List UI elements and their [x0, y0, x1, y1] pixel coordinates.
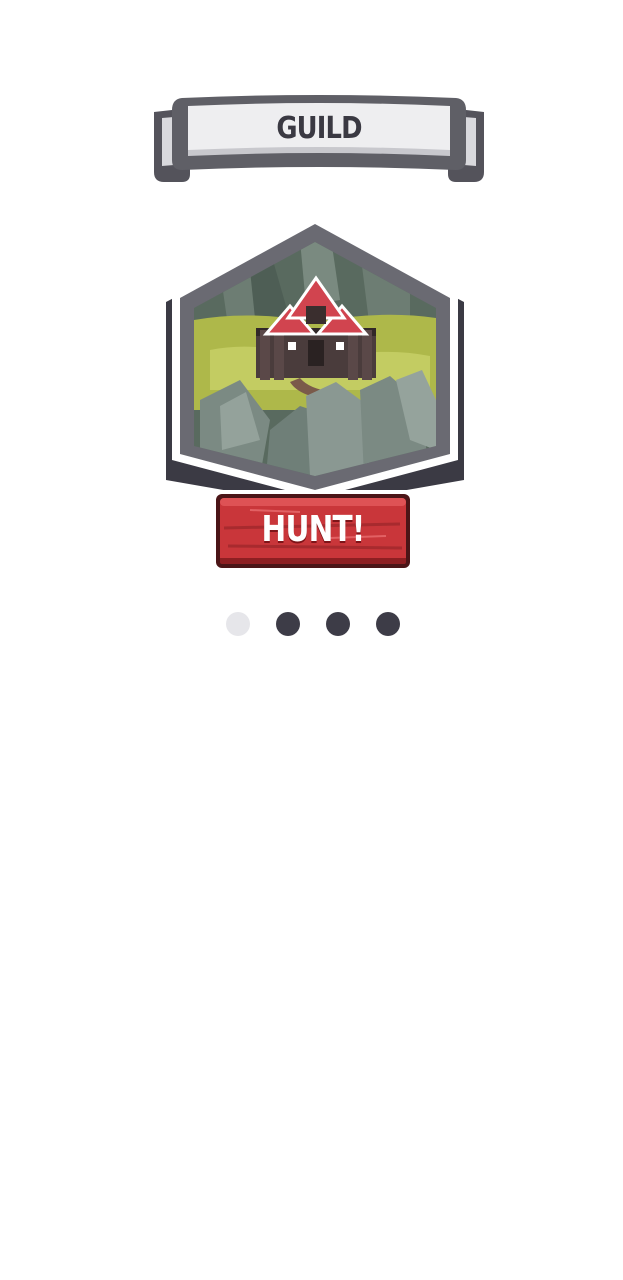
- page-dot-4[interactable]: [376, 612, 400, 636]
- page-indicator: [226, 612, 406, 636]
- page-dot-3[interactable]: [326, 612, 350, 636]
- location-card[interactable]: [160, 210, 470, 510]
- guild-hall-icon: [166, 216, 464, 506]
- hunt-button[interactable]: HUNT!: [210, 488, 416, 574]
- hunt-button-label: HUNT!: [261, 509, 366, 550]
- page-dot-2[interactable]: [276, 612, 300, 636]
- page-dot-1[interactable]: [226, 612, 250, 636]
- title-banner: GUILD: [150, 94, 488, 186]
- screen: GUILD HUNT!: [0, 0, 623, 1280]
- page-title: GUILD: [276, 111, 362, 146]
